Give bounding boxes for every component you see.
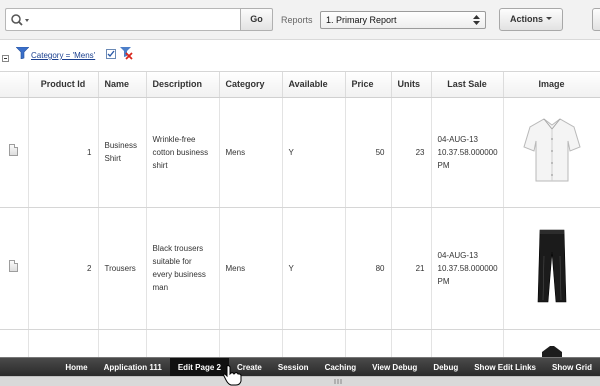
header-product-id[interactable]: Product Id [28, 72, 99, 98]
report-grid: Product Id Name Description Category Ava… [0, 71, 600, 361]
search-box [5, 8, 241, 31]
cell-category: Mens [219, 207, 283, 330]
cell-description: Wrinkle-free cotton business shirt [146, 97, 220, 208]
filter-icon [16, 47, 29, 59]
developer-toolbar-list: Home Application 111 Edit Page 2 Create … [57, 358, 600, 377]
select-arrows-icon [473, 15, 480, 25]
collapse-icon[interactable] [2, 55, 9, 62]
remove-filter-icon[interactable] [120, 47, 133, 60]
filter-link[interactable]: Category = 'Mens' [31, 51, 95, 60]
cell-description: Black trousers suitable for every busine… [146, 207, 220, 330]
cell-last-sale: 04-AUG-13 10.37.58.000000 PM [431, 207, 504, 330]
devbar-caching[interactable]: Caching [317, 358, 365, 377]
devbar-debug[interactable]: Debug [425, 358, 466, 377]
cell-image [503, 97, 600, 208]
header-category[interactable]: Category [219, 72, 283, 98]
header-price[interactable]: Price [345, 72, 392, 98]
cell-available: Y [282, 97, 346, 208]
shirt-image [522, 118, 581, 182]
partial-button[interactable] [592, 8, 600, 31]
header-last-sale[interactable]: Last Sale [431, 72, 504, 98]
header-image[interactable]: Image [503, 72, 600, 98]
header-units[interactable]: Units [391, 72, 432, 98]
report-toolbar: Go Reports 1. Primary Report Actions [0, 0, 600, 40]
actions-label: Actions [509, 14, 543, 24]
cell-units: 21 [391, 207, 432, 330]
checkmark-icon [107, 50, 115, 58]
reports-select[interactable]: 1. Primary Report [320, 11, 486, 29]
cell-name: Business Shirt [98, 97, 147, 208]
cell-price: 80 [345, 207, 392, 330]
grip-icon [334, 379, 342, 384]
go-button[interactable]: Go [240, 8, 273, 31]
resize-strip[interactable] [0, 376, 600, 386]
header-description[interactable]: Description [146, 72, 220, 98]
jacket-image [541, 345, 562, 360]
cell-last-sale: 04-AUG-13 10.37.58.000000 PM [431, 97, 504, 208]
cell-name: Trousers [98, 207, 147, 330]
edit-cell[interactable] [0, 207, 29, 330]
edit-row-icon[interactable] [9, 260, 19, 272]
cell-available: Y [282, 207, 346, 330]
cell-image [503, 207, 600, 330]
cell-category: Mens [219, 97, 283, 208]
developer-toolbar: Home Application 111 Edit Page 2 Create … [0, 357, 600, 377]
search-input[interactable] [34, 11, 234, 28]
header-available[interactable]: Available [282, 72, 346, 98]
search-icon[interactable] [10, 13, 32, 27]
table-row: 2 Trousers Black trousers suitable for e… [0, 207, 600, 330]
report-table: Product Id Name Description Category Ava… [0, 72, 600, 361]
reports-label: Reports [281, 15, 313, 25]
edit-row-icon[interactable] [9, 144, 19, 156]
header-edit [0, 72, 29, 98]
header-row: Product Id Name Description Category Ava… [0, 72, 600, 98]
devbar-application[interactable]: Application 111 [96, 358, 170, 377]
cell-product-id: 2 [28, 207, 99, 330]
header-name[interactable]: Name [98, 72, 147, 98]
table-row: 1 Business Shirt Wrinkle-free cotton bus… [0, 97, 600, 208]
devbar-show-grid[interactable]: Show Grid [544, 358, 600, 377]
hand-cursor-icon [223, 365, 242, 386]
reports-select-value: 1. Primary Report [326, 15, 397, 25]
actions-menu-button[interactable]: Actions [499, 8, 563, 31]
devbar-home[interactable]: Home [57, 358, 95, 377]
devbar-session[interactable]: Session [270, 358, 317, 377]
cell-price: 50 [345, 97, 392, 208]
trousers-image [537, 229, 566, 303]
edit-cell[interactable] [0, 97, 29, 208]
filter-bar: Category = 'Mens' [0, 40, 600, 72]
cell-product-id: 1 [28, 97, 99, 208]
cell-units: 23 [391, 97, 432, 208]
devbar-show-edit-links[interactable]: Show Edit Links [466, 358, 544, 377]
devbar-view-debug[interactable]: View Debug [364, 358, 425, 377]
caret-down-icon [546, 17, 552, 20]
filter-enabled-checkbox[interactable] [106, 49, 116, 59]
